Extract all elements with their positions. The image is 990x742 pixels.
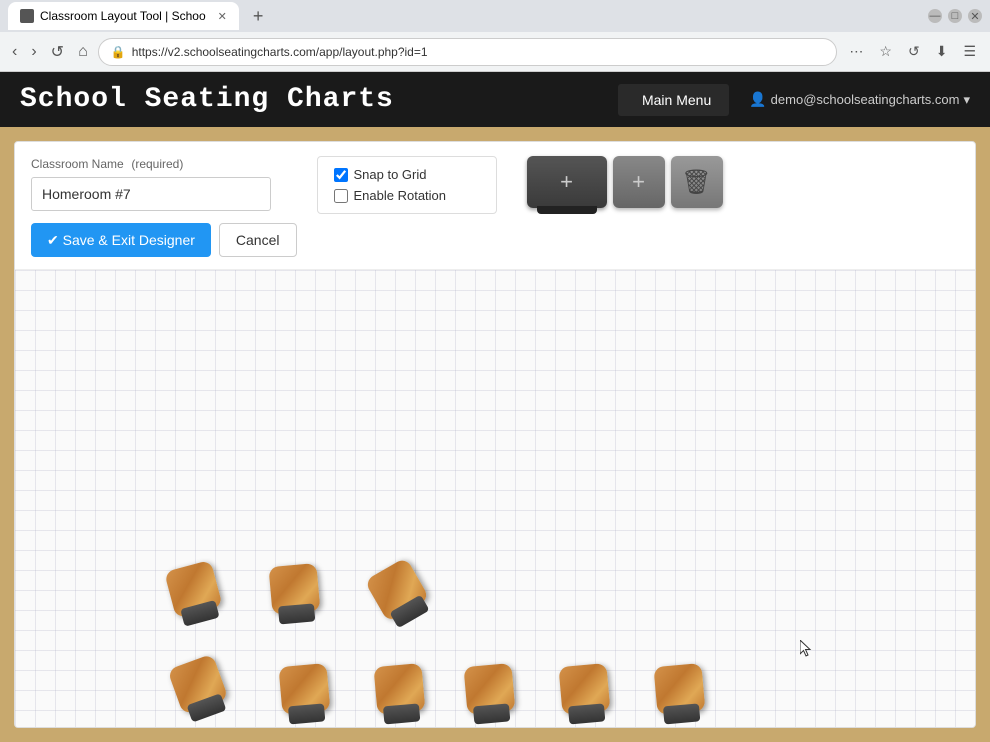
close-button[interactable]: ✕ <box>968 9 982 23</box>
button-row: ✔ Save & Exit Designer Cancel <box>31 223 297 257</box>
snap-to-grid-row: Snap to Grid <box>334 167 480 182</box>
grid-area[interactable] <box>15 270 975 727</box>
desk-seat <box>383 703 420 724</box>
main-panel: Classroom Name (required) ✔ Save & Exit … <box>14 141 976 728</box>
add-small-desk-icon: + <box>632 169 645 195</box>
required-label: (required) <box>131 157 183 171</box>
nav-bar: ‹ › ↺ ⌂ 🔒 https://v2.schoolseatingcharts… <box>0 32 990 72</box>
trash-button[interactable]: 🗑 <box>671 156 723 208</box>
enable-rotation-checkbox[interactable] <box>334 189 348 203</box>
classroom-name-label: Classroom Name (required) <box>31 156 297 171</box>
classroom-name-input[interactable] <box>31 177 271 211</box>
title-bar: Classroom Layout Tool | Schoo ✕ + — □ ✕ <box>0 0 990 32</box>
tab-title: Classroom Layout Tool | Schoo <box>40 9 206 23</box>
desk-seat <box>663 703 700 724</box>
main-menu-label: Main Menu <box>642 92 711 108</box>
cursor <box>800 640 812 658</box>
browser-tab[interactable]: Classroom Layout Tool | Schoo ✕ <box>8 2 239 30</box>
desk[interactable] <box>457 662 522 727</box>
extensions-button[interactable]: ⋯ <box>843 39 869 64</box>
toolbar: Classroom Name (required) ✔ Save & Exit … <box>15 142 975 270</box>
desk[interactable] <box>359 554 441 636</box>
new-tab-button[interactable]: + <box>247 4 270 29</box>
main-menu-button[interactable]: Main Menu <box>618 84 729 116</box>
window-controls: — □ ✕ <box>928 9 982 23</box>
maximize-button[interactable]: □ <box>948 9 962 23</box>
menu-button[interactable]: ☰ <box>957 39 982 64</box>
desk[interactable] <box>367 662 432 727</box>
desk[interactable] <box>158 558 231 631</box>
desk[interactable] <box>162 652 239 727</box>
tab-close-btn[interactable]: ✕ <box>218 10 227 23</box>
app-logo: School Seating Charts <box>20 84 618 115</box>
add-large-desk-button[interactable]: + <box>527 156 607 208</box>
desk-seat <box>288 703 325 724</box>
user-icon: 👤 <box>749 91 766 108</box>
classroom-name-section: Classroom Name (required) ✔ Save & Exit … <box>31 156 297 257</box>
desk-seat <box>568 703 605 724</box>
add-large-desk-icon: + <box>560 171 573 193</box>
browser-frame: Classroom Layout Tool | Schoo ✕ + — □ ✕ … <box>0 0 990 742</box>
nav-actions: ⋯ ☆ ↺ ⬇ ☰ <box>843 39 982 64</box>
favorites-button[interactable]: ☆ <box>873 39 898 64</box>
snap-to-grid-checkbox[interactable] <box>334 168 348 182</box>
save-exit-button[interactable]: ✔ Save & Exit Designer <box>31 223 211 257</box>
options-section: Snap to Grid Enable Rotation <box>317 156 497 214</box>
enable-rotation-label[interactable]: Enable Rotation <box>354 188 447 203</box>
home-button[interactable]: ⌂ <box>74 39 92 65</box>
user-email: demo@schoolseatingcharts.com <box>771 92 960 107</box>
forward-button[interactable]: › <box>27 39 40 65</box>
tab-favicon <box>20 9 34 23</box>
trash-icon: 🗑 <box>681 168 711 197</box>
downloads-button[interactable]: ⬇ <box>930 39 954 64</box>
app-header: School Seating Charts Main Menu 👤 demo@s… <box>0 72 990 127</box>
snap-to-grid-label[interactable]: Snap to Grid <box>354 167 427 182</box>
enable-rotation-row: Enable Rotation <box>334 188 480 203</box>
minimize-button[interactable]: — <box>928 9 942 23</box>
desk[interactable] <box>262 562 327 627</box>
lock-icon: 🔒 <box>111 45 126 59</box>
user-menu[interactable]: 👤 demo@schoolseatingcharts.com ▾ <box>749 91 970 108</box>
user-menu-chevron: ▾ <box>963 92 970 108</box>
desk-seat <box>473 703 510 724</box>
url-text: https://v2.schoolseatingcharts.com/app/l… <box>132 45 428 59</box>
desk[interactable] <box>552 662 617 727</box>
desk[interactable] <box>647 662 712 727</box>
desk[interactable] <box>272 662 337 727</box>
add-small-desk-button[interactable]: + <box>613 156 665 208</box>
action-buttons: + + 🗑 <box>527 156 723 210</box>
address-bar[interactable]: 🔒 https://v2.schoolseatingcharts.com/app… <box>98 38 838 66</box>
cancel-button[interactable]: Cancel <box>219 223 297 257</box>
reload-button[interactable]: ↺ <box>47 38 68 66</box>
back-button[interactable]: ‹ <box>8 39 21 65</box>
content-area: Classroom Name (required) ✔ Save & Exit … <box>0 127 990 742</box>
history-button[interactable]: ↺ <box>902 39 926 64</box>
desk-seat <box>278 603 315 624</box>
